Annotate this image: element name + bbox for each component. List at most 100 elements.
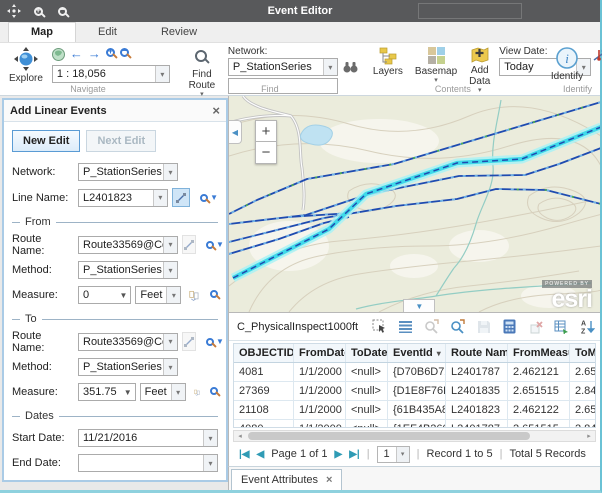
zoom-to-from-measure-icon[interactable]	[210, 289, 218, 301]
zoom-to-selection-icon[interactable]	[423, 318, 440, 335]
zoom-to-to-route-dropdown[interactable]: ▼	[206, 337, 224, 346]
map-scale-combobox[interactable]: 1 : 18,056 ▾	[52, 65, 170, 83]
chevron-down-icon[interactable]: ▾	[163, 334, 177, 350]
chevron-down-icon[interactable]: ▾	[153, 190, 167, 206]
to-route-name-dropdown[interactable]: Route33569@Cent ▾	[78, 333, 178, 351]
identify-route-locations-icon[interactable]	[592, 48, 602, 63]
scroll-left-arrow[interactable]: ◂	[234, 431, 246, 441]
sort-icon[interactable]: AZ	[579, 318, 596, 335]
chevron-down-icon[interactable]: ▾	[163, 262, 177, 278]
next-page-button[interactable]: ▶	[334, 449, 342, 460]
full-extent-globe-icon[interactable]	[52, 48, 65, 61]
show-selected-rows-icon[interactable]	[397, 318, 414, 335]
table-cell[interactable]: 4081	[234, 363, 294, 381]
map-zoom-out-button[interactable]: −	[255, 142, 277, 164]
column-header[interactable]: ToMeasure	[570, 344, 595, 362]
table-row[interactable]: 40811/1/2000<null>{D70B6D72-3L24017872.4…	[234, 363, 595, 382]
start-date-picker[interactable]: 11/21/2016 ▾	[78, 429, 218, 447]
table-cell[interactable]: 2.651515	[508, 420, 570, 428]
end-date-picker[interactable]: ▾	[78, 454, 218, 472]
zoom-in-icon[interactable]	[106, 48, 115, 60]
table-cell[interactable]: {1EF4B260-F	[388, 420, 446, 428]
zoom-in-tool-icon[interactable]	[30, 3, 46, 19]
chevron-down-icon[interactable]: ▾	[203, 430, 217, 446]
binoculars-icon[interactable]	[343, 61, 358, 73]
to-measure-combobox[interactable]: 351.75 ▼	[78, 383, 136, 401]
table-cell[interactable]: L2401835	[446, 382, 508, 400]
scrollbar-thumb[interactable]	[248, 432, 530, 440]
previous-extent-icon[interactable]: ←	[70, 48, 83, 60]
table-cell[interactable]: 2.8409	[570, 420, 595, 428]
zoom-to-to-measure-icon[interactable]	[210, 386, 218, 398]
table-cell[interactable]: 2.8409	[570, 382, 595, 400]
tab-map[interactable]: Map	[8, 22, 76, 42]
chevron-down-icon[interactable]: ▾	[163, 237, 177, 253]
identify-button[interactable]: i Identify	[548, 45, 586, 83]
table-cell[interactable]: L2401787	[446, 420, 508, 428]
first-page-button[interactable]: |◀	[239, 449, 250, 460]
map-view[interactable]: + − ◀ ▼ POWERED BY esri	[228, 96, 600, 312]
table-cell[interactable]: L2401787	[446, 363, 508, 381]
table-row[interactable]: 211081/1/2000<null>{61B435A8-3L24018232.…	[234, 401, 595, 420]
table-cell[interactable]: <null>	[346, 420, 388, 428]
table-cell[interactable]: 2.6515	[570, 401, 595, 419]
from-units-dropdown[interactable]: Feet ▾	[135, 286, 181, 304]
column-header[interactable]: ToDate	[346, 344, 388, 362]
map-zoom-in-button[interactable]: +	[255, 120, 277, 142]
chevron-down-icon[interactable]: ▾	[203, 455, 217, 471]
layers-button[interactable]: Layers	[370, 45, 406, 78]
close-icon[interactable]: ×	[212, 103, 220, 118]
line-name-dropdown[interactable]: L2401823 ▾	[78, 189, 168, 207]
zoom-to-from-route-dropdown[interactable]: ▼	[206, 240, 224, 249]
table-cell[interactable]: 2.462121	[508, 363, 570, 381]
select-to-route-button[interactable]	[182, 332, 196, 351]
table-cell[interactable]: 1/1/2000	[294, 363, 346, 381]
collapse-table-arrow[interactable]: ▼	[403, 299, 435, 312]
close-icon[interactable]: ×	[326, 474, 332, 486]
chevron-down-icon[interactable]: ▾	[166, 287, 180, 303]
chevron-down-icon[interactable]: ▾	[155, 66, 169, 82]
table-cell[interactable]: 4080	[234, 420, 294, 428]
append-events-icon[interactable]	[553, 318, 570, 335]
table-cell[interactable]: L2401823	[446, 401, 508, 419]
table-cell[interactable]: 1/1/2000	[294, 382, 346, 400]
table-cell[interactable]: <null>	[346, 401, 388, 419]
pan-tool-icon[interactable]	[6, 3, 22, 19]
table-cell[interactable]: {D1E8F76D-F	[388, 382, 446, 400]
to-units-dropdown[interactable]: Feet ▾	[140, 383, 186, 401]
tab-edit[interactable]: Edit	[76, 23, 139, 42]
from-route-name-dropdown[interactable]: Route33569@Cent ▾	[78, 236, 178, 254]
page-number-dropdown[interactable]: 1 ▾	[377, 446, 410, 463]
table-cell[interactable]: {D70B6D72-3	[388, 363, 446, 381]
table-row[interactable]: 40801/1/2000<null>{1EF4B260-FL24017872.6…	[234, 420, 595, 428]
chevron-down-icon[interactable]: ▾	[163, 359, 177, 375]
table-cell[interactable]: 2.6515	[570, 363, 595, 381]
next-edit-button[interactable]: Next Edit	[86, 130, 156, 152]
from-method-dropdown[interactable]: P_StationSeries ▾	[78, 261, 178, 279]
from-measure-combobox[interactable]: 0 ▼	[78, 286, 131, 304]
select-from-route-button[interactable]	[182, 235, 196, 254]
table-cell[interactable]: 2.462122	[508, 401, 570, 419]
zoom-out-tool-icon[interactable]	[54, 3, 70, 19]
table-cell[interactable]: <null>	[346, 363, 388, 381]
field-calculator-icon[interactable]	[501, 318, 518, 335]
chevron-down-icon[interactable]: ▾	[163, 164, 177, 180]
chevron-down-icon[interactable]: ▼	[116, 287, 130, 303]
zoom-out-icon[interactable]	[120, 48, 129, 60]
last-page-button[interactable]: ▶|	[349, 449, 360, 460]
table-cell[interactable]: 27369	[234, 382, 294, 400]
basemap-button[interactable]: Basemap ▾	[412, 45, 460, 84]
column-header[interactable]: EventId▾	[388, 344, 446, 362]
zoom-to-line-dropdown[interactable]: ▼	[200, 193, 218, 202]
table-cell[interactable]: 1/1/2000	[294, 420, 346, 428]
select-records-icon[interactable]	[371, 318, 388, 335]
column-header[interactable]: Route Name	[446, 344, 508, 362]
delete-record-icon[interactable]	[527, 318, 544, 335]
horizontal-scrollbar[interactable]: ◂ ▸	[233, 430, 596, 442]
previous-page-button[interactable]: ◀	[257, 449, 265, 460]
chevron-down-icon[interactable]: ▾	[396, 447, 409, 462]
table-cell[interactable]: 2.651515	[508, 382, 570, 400]
measure-location-icon[interactable]	[194, 386, 200, 399]
tab-event-attributes[interactable]: Event Attributes ×	[231, 469, 342, 490]
scroll-right-arrow[interactable]: ▸	[583, 431, 595, 441]
